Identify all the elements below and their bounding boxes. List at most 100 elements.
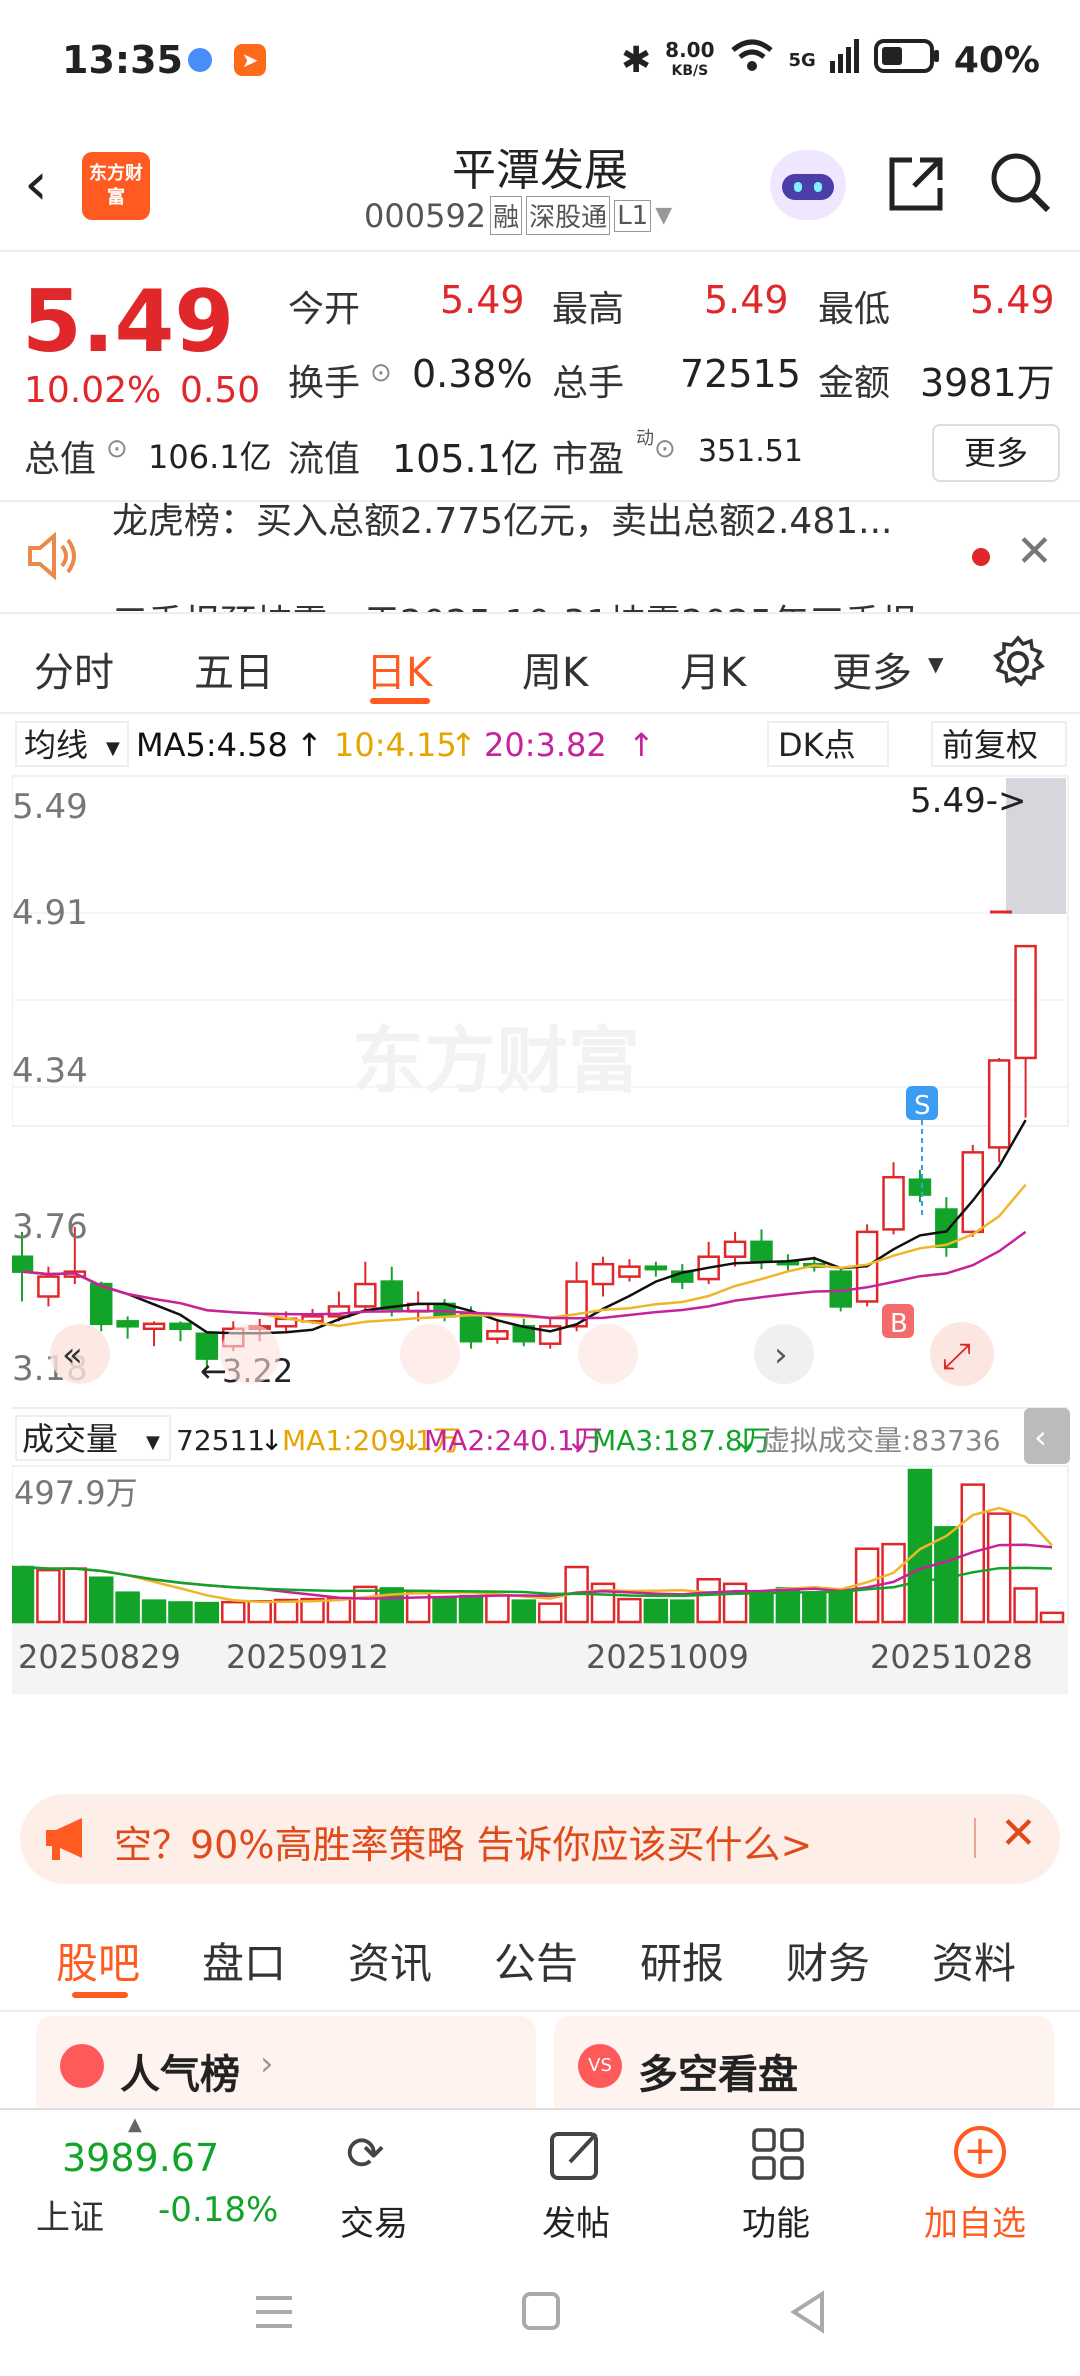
signal-label: 5G bbox=[788, 50, 816, 71]
pe-label: 市盈 bbox=[552, 439, 625, 480]
home-icon[interactable] bbox=[522, 2292, 560, 2330]
versus-icon: VS bbox=[578, 2044, 622, 2088]
candle-body bbox=[10, 1255, 34, 1273]
tab-announcements[interactable]: 公告 bbox=[494, 1930, 578, 1991]
volume-value: 72515 bbox=[680, 352, 801, 396]
signal-icon bbox=[829, 39, 860, 82]
app-send-icon: ➤ bbox=[234, 44, 266, 76]
net-speed: 8.00 bbox=[665, 38, 715, 62]
notice-bar[interactable]: 龙虎榜：买入总额2.775亿元，卖出总额2.481... 三季报预披露：于202… bbox=[0, 500, 1080, 614]
tab-profile[interactable]: 资料 bbox=[932, 1930, 1016, 1991]
assistant-avatar-icon[interactable] bbox=[770, 150, 846, 220]
info-icon[interactable]: ⊙ bbox=[106, 434, 128, 464]
tab-daily-k[interactable]: 日K bbox=[366, 640, 432, 698]
functions-button[interactable]: 功能 bbox=[718, 2120, 838, 2246]
close-icon[interactable]: ✕ bbox=[1016, 526, 1053, 577]
index-value: 3989.67 bbox=[62, 2136, 220, 2180]
tab-weekly-k[interactable]: 周K bbox=[522, 640, 588, 698]
promo-banner[interactable]: 空？90%高胜率策略 告诉你应该买什么> ✕ bbox=[20, 1794, 1060, 1884]
adjust-button[interactable]: 前复权 bbox=[942, 726, 1038, 764]
system-nav-bar bbox=[0, 2250, 1080, 2376]
k-line-crosshair-button[interactable] bbox=[578, 1324, 638, 1384]
promo-text: 空？90%高胜率策略 告诉你应该买什么> bbox=[114, 1823, 813, 1867]
tab-forum[interactable]: 股吧 bbox=[56, 1930, 140, 1991]
tab-research[interactable]: 研报 bbox=[640, 1930, 724, 1991]
divider bbox=[974, 1818, 976, 1858]
add-watchlist-button[interactable]: + 加自选 bbox=[912, 2120, 1052, 2246]
arrow-down-icon: ↓ bbox=[734, 1424, 757, 1457]
candle-body bbox=[354, 1282, 377, 1308]
settings-gear-icon[interactable] bbox=[990, 634, 1046, 694]
info-icon[interactable]: ⊙ bbox=[654, 434, 676, 464]
tab-more[interactable]: 更多 bbox=[832, 640, 912, 698]
chevron-down-icon[interactable]: ▼ bbox=[655, 203, 672, 228]
trade-icon: ⟳ bbox=[346, 2126, 385, 2180]
stock-code-row: 000592 融 深股通 L1 ▼ bbox=[364, 196, 672, 235]
high-marker: 5.49-> bbox=[910, 781, 1026, 821]
candle-body bbox=[89, 1282, 113, 1326]
ma-selector[interactable]: 均线 bbox=[24, 726, 88, 764]
share-icon[interactable] bbox=[884, 152, 948, 220]
float-cap-value: 105.1亿 bbox=[392, 437, 539, 481]
content-tabs: 股吧 盘口 资讯 公告 研报 财务 资料 bbox=[0, 1900, 1080, 2012]
volume-selector[interactable]: 成交量 bbox=[22, 1420, 118, 1458]
post-label: 发帖 bbox=[542, 2204, 610, 2244]
change-percent: 10.02% bbox=[24, 370, 162, 411]
open-value: 5.49 bbox=[440, 278, 525, 322]
more-quote-button[interactable]: 更多 bbox=[932, 424, 1060, 482]
arrow-up-icon: ↑ bbox=[628, 726, 655, 764]
change-amount: 0.50 bbox=[180, 370, 261, 411]
volume-bar bbox=[247, 1599, 272, 1624]
notice-line-1: 龙虎榜：买入总额2.775亿元，卖出总额2.481... bbox=[112, 501, 893, 542]
tab-five-day[interactable]: 五日 bbox=[194, 640, 274, 698]
candle-body bbox=[908, 1178, 932, 1196]
dk-point-button[interactable]: DK点 bbox=[778, 726, 856, 764]
search-icon[interactable] bbox=[988, 150, 1054, 220]
volume-bar bbox=[1013, 1587, 1038, 1624]
tab-monthly-k[interactable]: 月K bbox=[680, 640, 746, 698]
trade-button[interactable]: ⟳ 交易 bbox=[316, 2120, 436, 2246]
collapse-panel-button[interactable] bbox=[1024, 1408, 1070, 1464]
tab-financials[interactable]: 财务 bbox=[786, 1930, 870, 1991]
net-unit: KB/S bbox=[671, 63, 709, 79]
bottom-action-bar: ▲ 3989.67 上证 -0.18% ⟳ 交易 发帖 功能 + 加自选 bbox=[0, 2108, 1080, 2250]
tab-indicator bbox=[72, 1992, 128, 1998]
quote-panel: 5.49 10.02% 0.50 今开 5.49 最高 5.49 最低 5.49… bbox=[0, 252, 1080, 502]
volume-value: 72511 bbox=[176, 1424, 265, 1457]
notice-line-2: 三季报预披露：于2025-10-31披露2025年三季报 bbox=[112, 594, 917, 612]
candle-body bbox=[750, 1240, 773, 1263]
chevron-right-icon: › bbox=[260, 2044, 274, 2084]
date-label-4: 20251028 bbox=[870, 1638, 1033, 1676]
volume-bar bbox=[537, 1602, 563, 1624]
status-time: 13:35 bbox=[62, 38, 183, 82]
megaphone-icon bbox=[42, 1812, 96, 1868]
kline-chart[interactable]: 均线 ▼ MA5:4.58 ↑ 10:4.15 ↑ 20:3.82 ↑ DK点 … bbox=[9, 718, 1070, 1770]
candle-body bbox=[723, 1240, 747, 1258]
back-nav-icon[interactable] bbox=[788, 2290, 828, 2338]
chart-period-tabs: 分时 五日 日K 周K 月K 更多 ▼ bbox=[0, 612, 1080, 714]
sell-signal-label: S bbox=[914, 1091, 931, 1121]
zoom-in-button[interactable] bbox=[400, 1324, 460, 1384]
tab-intraday[interactable]: 分时 bbox=[34, 640, 114, 698]
volume-bar bbox=[141, 1599, 167, 1624]
axis-label-4: 3.76 bbox=[12, 1207, 88, 1247]
zoom-out-button[interactable] bbox=[220, 1324, 280, 1384]
ma5-label: MA5:4.58 bbox=[136, 726, 288, 764]
volume-bar bbox=[458, 1594, 484, 1624]
volume-bar bbox=[722, 1582, 748, 1624]
tab-news[interactable]: 资讯 bbox=[348, 1930, 432, 1991]
candles-group bbox=[10, 944, 1037, 1367]
post-button[interactable]: 发帖 bbox=[518, 2120, 638, 2246]
candle-body bbox=[882, 1175, 905, 1231]
feature-cards: 人气榜 › VS 多空看盘 bbox=[0, 2010, 1080, 2126]
close-icon[interactable]: ✕ bbox=[1000, 1808, 1037, 1859]
axis-label-top: 5.49 bbox=[12, 787, 88, 827]
menu-icon[interactable] bbox=[252, 2292, 296, 2336]
popularity-title: 人气榜 bbox=[120, 2052, 240, 2098]
turnover-label: 换手 bbox=[288, 363, 361, 404]
volume-bar bbox=[88, 1576, 114, 1624]
status-bar: 13:35 ➤ ✱ 8.00 KB/S 5G 40% bbox=[0, 0, 1080, 120]
info-icon[interactable]: ⊙ bbox=[370, 358, 392, 388]
arrow-up-icon: ↑ bbox=[450, 726, 477, 764]
tab-orderbook[interactable]: 盘口 bbox=[202, 1930, 286, 1991]
